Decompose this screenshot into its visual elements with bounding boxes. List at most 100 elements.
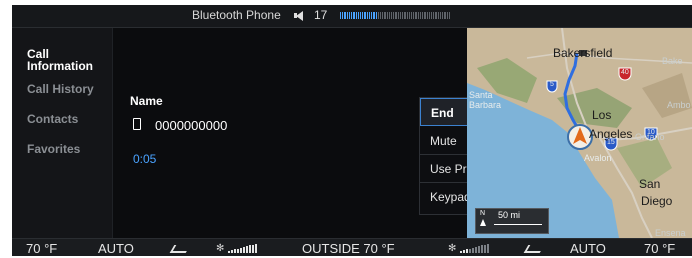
volume-segment [364, 12, 366, 19]
volume-segment [395, 12, 397, 19]
volume-segment [413, 12, 415, 19]
caller-name: Name [130, 94, 163, 108]
map-label-bake: Bake [662, 56, 683, 66]
fan-speed-bar [466, 249, 468, 253]
volume-segment [371, 12, 373, 19]
volume-segment [357, 12, 359, 19]
volume-segment [448, 12, 450, 19]
fan-speed-bar [228, 251, 230, 253]
end-call-label: End [431, 106, 454, 120]
volume-segment [368, 12, 371, 19]
sidebar-item-call-history[interactable]: Call History [27, 82, 94, 96]
fan-icon: ✻ [216, 243, 225, 254]
call-timer: 0:05 [133, 152, 157, 166]
outside-temp: OUTSIDE 70 °F [302, 241, 395, 256]
volume-segment [388, 12, 391, 19]
map-label-barbara: Barbara [469, 100, 502, 110]
volume-segment [344, 12, 346, 19]
volume-segment [386, 12, 388, 19]
right-temp[interactable]: 70 °F [644, 241, 675, 256]
right-auto[interactable]: AUTO [570, 241, 606, 256]
fan-speed-bar [469, 248, 471, 253]
map-label-amboy: Ambo [667, 100, 691, 110]
volume-segment [397, 12, 399, 19]
volume-segment [433, 12, 435, 19]
fan-speed-bar [463, 250, 465, 253]
volume-segment [437, 12, 439, 19]
left-temp[interactable]: 70 °F [26, 241, 57, 256]
fan-speed-bar [475, 247, 477, 253]
volume-segment [373, 12, 375, 19]
volume-segment [359, 12, 362, 19]
map-label-los: Los [592, 108, 612, 122]
navigation-map[interactable]: Bakersfield Bake Santa Barbara Ambo Los … [467, 28, 692, 238]
fan-speed-bar [243, 247, 245, 253]
mobile-phone-icon [133, 118, 141, 130]
map-label-diego: Diego [641, 194, 673, 208]
volume-segment [439, 12, 442, 19]
sidebar: Call Information Call History Contacts F… [12, 28, 112, 238]
volume-segment [362, 12, 364, 19]
left-auto[interactable]: AUTO [98, 241, 134, 256]
volume-segment [404, 12, 406, 19]
volume-segment [375, 12, 377, 19]
volume-segment [422, 12, 424, 19]
keypad-label: Keypad [430, 190, 471, 204]
call-panel: Name 0000000000 0:05 End Mute Use Privat… [112, 28, 547, 238]
app-title: Bluetooth Phone [192, 8, 281, 22]
map-hwy-40: 40 [621, 69, 629, 76]
volume-segment [366, 12, 368, 19]
volume-segment [377, 12, 379, 19]
volume-segment [430, 12, 433, 19]
volume-segment [355, 12, 357, 19]
sidebar-item-contacts[interactable]: Contacts [27, 112, 78, 126]
map-hwy-5: 5 [550, 81, 554, 88]
volume-segment [415, 12, 417, 19]
fan-speed-bar [252, 244, 254, 253]
map-scale: N 50 mi [475, 208, 549, 234]
volume-segment [442, 12, 444, 19]
scale-line [494, 224, 542, 225]
mute-label: Mute [430, 134, 457, 148]
volume-segment [384, 12, 386, 19]
fan-speed-bar [478, 246, 480, 253]
volume-segment [419, 12, 422, 19]
infotainment-screen: Bluetooth Phone 17 Call Information Call… [12, 5, 692, 256]
airflow-icon[interactable] [523, 245, 545, 253]
volume-segment [411, 12, 413, 19]
volume-segment [426, 12, 428, 19]
right-fan-speed[interactable] [460, 243, 490, 253]
fan-speed-bar [231, 250, 233, 253]
volume-value: 17 [314, 8, 328, 22]
volume-segment [424, 12, 426, 19]
volume-segment [417, 12, 419, 19]
airflow-icon[interactable] [169, 245, 191, 253]
fan-speed-bar [460, 251, 462, 253]
volume-bar[interactable] [340, 12, 450, 19]
fan-speed-bar [487, 243, 489, 253]
left-fan-speed[interactable] [228, 243, 258, 253]
volume-segment [428, 12, 430, 19]
volume-segment [393, 12, 395, 19]
compass-icon [480, 219, 486, 226]
sidebar-item-favorites[interactable]: Favorites [27, 142, 80, 156]
speaker-icon [296, 11, 303, 21]
volume-segment [444, 12, 446, 19]
volume-segment [435, 12, 437, 19]
volume-segment [402, 12, 404, 19]
volume-segment [353, 12, 355, 19]
fan-speed-bar [484, 244, 486, 253]
volume-segment [340, 12, 342, 19]
fan-speed-bar [255, 243, 257, 253]
fan-speed-bar [472, 247, 474, 253]
compass-north-label: N [480, 210, 486, 217]
map-hwy-15: 15 [607, 139, 615, 146]
map-label-ensenada: Ensena [655, 228, 686, 238]
status-bar: Bluetooth Phone 17 [12, 5, 692, 28]
fan-speed-bar [237, 248, 239, 253]
sidebar-item-call-information[interactable]: Call Information [27, 48, 107, 72]
map-label-bakersfield: Bakersfield [553, 46, 613, 60]
volume-segment [351, 12, 353, 19]
map-hwy-10: 10 [647, 129, 655, 136]
volume-segment [382, 12, 384, 19]
